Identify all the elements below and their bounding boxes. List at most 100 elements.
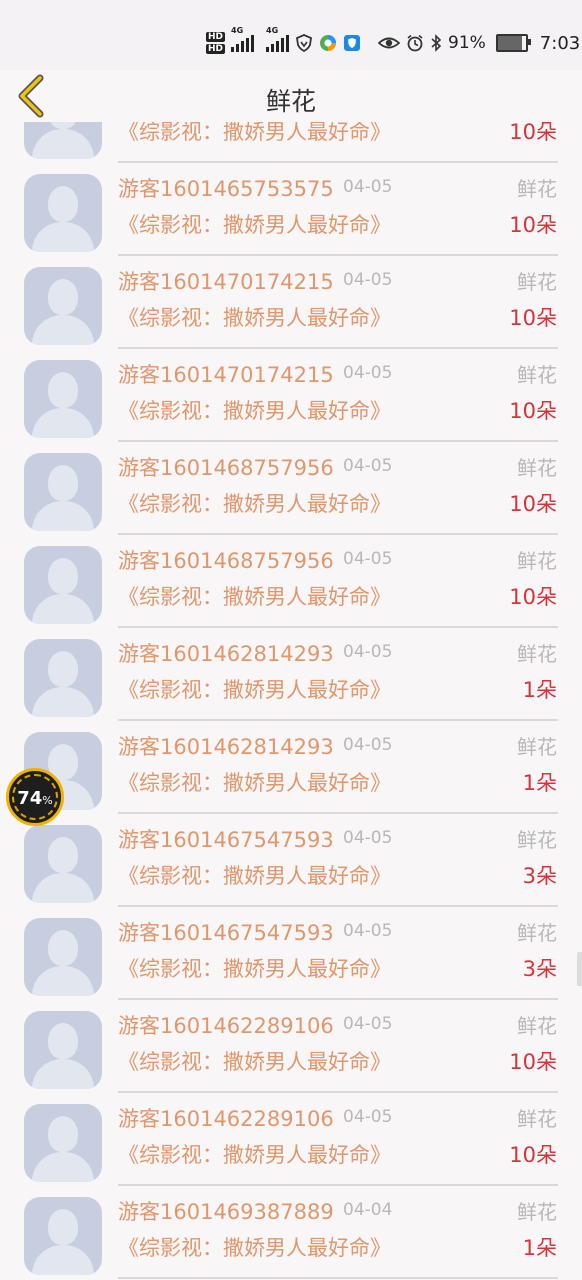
overlay-percent-sign: % (42, 794, 53, 807)
hd2-label: HD (206, 44, 226, 54)
gift-quantity: 10朵 (509, 1143, 557, 1167)
book-title: 《综影视：撒娇男人最好命》 (118, 1143, 391, 1167)
gift-quantity: 10朵 (509, 399, 557, 423)
avatar[interactable] (24, 174, 102, 252)
battery-percent: 91% (448, 33, 486, 53)
list-item[interactable]: 游客1601469387889 04-04 鲜花 《综影视：撒娇男人最好命》 1朵 (0, 1186, 582, 1279)
book-title: 《综影视：撒娇男人最好命》 (118, 678, 391, 702)
gift-quantity: 1朵 (522, 1236, 557, 1260)
book-title: 《综影视：撒娇男人最好命》 (118, 122, 391, 144)
bluetooth-icon (431, 34, 442, 52)
list-item[interactable]: 《综影视：撒娇男人最好命》 10朵 (0, 122, 582, 163)
username: 游客1601467547593 (118, 921, 334, 945)
avatar[interactable] (24, 918, 102, 996)
overlay-percent: 74% (9, 788, 61, 809)
username: 游客1601470174215 (118, 363, 334, 387)
flower-gift-list[interactable]: 《综影视：撒娇男人最好命》 10朵 游客1601465753575 04-05 鲜花 《综… (0, 122, 582, 1280)
list-item[interactable]: 游客1601462814293 04-05 鲜花《综影视：撒娇男人最好命》 1朵 (0, 628, 582, 721)
gift-quantity: 10朵 (509, 1050, 557, 1074)
eye-icon (378, 37, 400, 49)
username: 游客1601462289106 (118, 1107, 334, 1131)
list-item[interactable]: 游客1601467547593 04-05 鲜花 《综影视：撒娇男人最好命》 3朵 (0, 814, 582, 907)
gift-date: 04-05 (343, 549, 393, 569)
floating-speed-widget[interactable]: 74% (6, 768, 64, 826)
status-bar: HD HD 4G 4G 91% 7:03 (0, 0, 582, 70)
list-item[interactable]: 游客1601462814293 04-05 鲜花《综影视：撒娇男人最好命》 1朵 (0, 721, 582, 814)
gift-type: 鲜花 (517, 363, 557, 387)
book-title: 《综影视：撒娇男人最好命》 (118, 1050, 391, 1074)
username: 游客1601470174215 (118, 270, 334, 294)
gift-date: 04-05 (343, 1014, 393, 1034)
status-icons-right: 91% 7:03 (378, 28, 580, 58)
list-item[interactable]: 游客1601468757956 04-05 鲜花 《综影视：撒娇男人最好命》 10朵 (0, 442, 582, 535)
security-app-icon (344, 35, 361, 51)
book-title: 《综影视：撒娇男人最好命》 (118, 864, 391, 888)
avatar[interactable] (24, 1197, 102, 1275)
book-title: 《综影视：撒娇男人最好命》 (118, 399, 391, 423)
username: 游客1601468757956 (118, 549, 334, 573)
status-icons-left: HD HD 4G 4G (206, 26, 361, 58)
gift-type: 鲜花 (517, 642, 557, 666)
avatar[interactable] (24, 825, 102, 903)
gift-quantity: 3朵 (522, 957, 557, 981)
net2-label: 4G (266, 26, 279, 35)
username: 游客1601462814293 (118, 735, 334, 759)
username: 游客1601467547593 (118, 828, 334, 852)
edge-drag-handle[interactable] (577, 952, 582, 986)
avatar[interactable] (24, 122, 102, 159)
gift-type: 鲜花 (517, 549, 557, 573)
net1-label: 4G (231, 26, 244, 35)
overlay-percent-value: 74 (17, 788, 43, 809)
gift-quantity: 10朵 (509, 213, 557, 237)
username: 游客1601462289106 (118, 1014, 334, 1038)
list-inner: 《综影视：撒娇男人最好命》 10朵 游客1601465753575 04-05 鲜花 《综… (0, 122, 582, 1279)
book-title: 《综影视：撒娇男人最好命》 (118, 1236, 391, 1260)
avatar[interactable] (24, 267, 102, 345)
gift-quantity: 10朵 (509, 306, 557, 330)
avatar[interactable] (24, 546, 102, 624)
avatar[interactable] (24, 1011, 102, 1089)
gift-quantity: 3朵 (522, 864, 557, 888)
username: 游客1601468757956 (118, 456, 334, 480)
gift-date: 04-05 (343, 642, 393, 662)
list-item[interactable]: 游客1601465753575 04-05 鲜花 《综影视：撒娇男人最好命》 10朵 (0, 163, 582, 256)
gift-date: 04-05 (343, 735, 393, 755)
hd1-label: HD (206, 32, 226, 42)
gift-quantity: 10朵 (509, 492, 557, 516)
hd-indicator: HD HD (206, 32, 226, 54)
list-item[interactable]: 游客1601470174215 04-05 鲜花《综影视：撒娇男人最好命》 10朵 (0, 256, 582, 349)
avatar[interactable] (24, 639, 102, 717)
gift-quantity: 1朵 (522, 771, 557, 795)
gift-quantity: 1朵 (522, 678, 557, 702)
gift-date: 04-05 (343, 177, 393, 197)
list-item[interactable]: 游客1601468757956 04-05 鲜花 《综影视：撒娇男人最好命》 10朵 (0, 535, 582, 628)
avatar[interactable] (24, 1104, 102, 1182)
gift-type: 鲜花 (517, 1200, 557, 1224)
book-title: 《综影视：撒娇男人最好命》 (118, 213, 391, 237)
clock-time: 7:03 (539, 32, 581, 54)
avatar[interactable] (24, 453, 102, 531)
book-title: 《综影视：撒娇男人最好命》 (118, 957, 391, 981)
shield-icon (296, 34, 313, 52)
list-item[interactable]: 游客1601462289106 04-05 鲜花《综影视：撒娇男人最好命》 10朵 (0, 1000, 582, 1093)
alarm-icon (407, 34, 423, 52)
page-title: 鲜花 (265, 87, 316, 116)
gift-type: 鲜花 (517, 828, 557, 852)
gift-type: 鲜花 (517, 456, 557, 480)
signal-icon: 4G (231, 26, 255, 52)
list-item[interactable]: 游客1601470174215 04-05 鲜花 《综影视：撒娇男人最好命》 10朵 (0, 349, 582, 442)
username: 游客1601465753575 (118, 177, 334, 201)
battery-icon (495, 34, 531, 52)
book-title: 《综影视：撒娇男人最好命》 (118, 771, 391, 795)
avatar[interactable] (24, 360, 102, 438)
list-item[interactable]: 游客1601462289106 04-05 鲜花 《综影视：撒娇男人最好命》 10朵 (0, 1093, 582, 1186)
list-item[interactable]: 游客1601467547593 04-05 鲜花 《综影视：撒娇男人最好命》 3朵 (0, 907, 582, 1000)
gift-type: 鲜花 (517, 1014, 557, 1038)
gift-type: 鲜花 (517, 735, 557, 759)
book-title: 《综影视：撒娇男人最好命》 (118, 306, 391, 330)
username: 游客1601462814293 (118, 642, 334, 666)
gift-date: 04-05 (343, 270, 393, 290)
gift-date: 04-05 (343, 456, 393, 476)
book-title: 《综影视：撒娇男人最好命》 (118, 585, 391, 609)
gift-type: 鲜花 (517, 270, 557, 294)
